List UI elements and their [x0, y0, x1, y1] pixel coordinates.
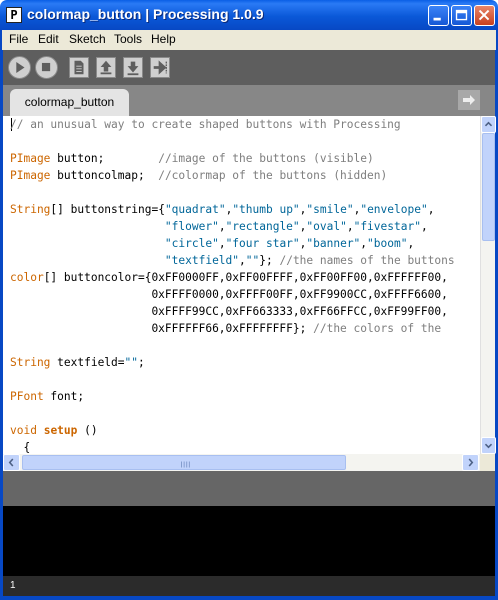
chevron-left-icon [8, 458, 14, 467]
code-line-1: // an unusual way to create shaped butto… [10, 118, 401, 131]
vertical-scroll-thumb[interactable] [482, 133, 495, 241]
arrow-right-icon [463, 95, 475, 105]
minimize-icon [433, 17, 441, 21]
menu-help[interactable]: Help [151, 32, 176, 46]
open-button[interactable] [96, 57, 116, 78]
maximize-button[interactable] [451, 5, 472, 26]
code-line-19: void setup () [10, 424, 98, 437]
code-line-12: 0xFFFF99CC,0xFF663333,0xFF66FFCC,0xFF99F… [10, 305, 448, 318]
export-button[interactable] [150, 57, 170, 78]
scroll-left-button[interactable] [3, 454, 20, 471]
code-line-9: "textfield",""}; //the names of the butt… [164, 254, 455, 267]
menu-bar: File Edit Sketch Tools Help [0, 30, 498, 50]
code-line-20: { [10, 441, 31, 454]
vertical-scrollbar[interactable] [480, 116, 496, 454]
processing-app-icon: P [6, 7, 22, 23]
scroll-right-button[interactable] [462, 454, 479, 471]
run-icon [16, 62, 25, 73]
code-line-10: color[] buttoncolor={0xFF0000FF,0xFF00FF… [10, 271, 448, 284]
code-line-3: PImage button; //image of the buttons (v… [10, 152, 374, 165]
code-line-17: PFont font; [10, 390, 85, 403]
close-icon [478, 9, 490, 21]
chevron-down-icon [484, 443, 493, 449]
menu-edit[interactable]: Edit [38, 32, 59, 46]
open-icon [100, 60, 112, 75]
code-line-11: 0xFFFF0000,0xFFFF00FF,0xFF9900CC,0xFFFF6… [10, 288, 448, 301]
menu-sketch[interactable]: Sketch [69, 32, 106, 46]
maximize-icon [455, 9, 468, 21]
minimize-button[interactable] [428, 5, 449, 26]
menu-tools[interactable]: Tools [114, 32, 142, 46]
stop-button[interactable] [35, 56, 58, 79]
export-icon [153, 60, 167, 75]
scroll-down-button[interactable] [481, 437, 496, 454]
save-button[interactable] [123, 57, 143, 78]
save-icon [127, 61, 139, 76]
chevron-right-icon [468, 458, 474, 467]
close-button[interactable] [474, 5, 495, 26]
code-line-4: PImage buttoncolmap; //colormap of the b… [10, 169, 388, 182]
tab-strip: colormap_button [3, 85, 495, 116]
grip-icon [181, 461, 190, 468]
horizontal-scrollbar[interactable] [3, 454, 480, 471]
window-border-bottom [0, 596, 498, 600]
console-output[interactable] [3, 506, 495, 576]
tab-menu-button[interactable] [458, 90, 480, 110]
scroll-up-button[interactable] [481, 116, 496, 133]
code-line-8: "circle","four star","banner","boom", [164, 237, 415, 250]
chevron-up-icon [484, 121, 493, 127]
horizontal-scroll-thumb[interactable] [22, 455, 346, 470]
new-icon [74, 60, 84, 75]
line-number-indicator: 1 [10, 580, 16, 591]
tab-colormap-button[interactable]: colormap_button [10, 89, 129, 116]
stop-icon [41, 62, 51, 72]
run-button[interactable] [8, 56, 31, 79]
menu-file[interactable]: File [9, 32, 28, 46]
scroll-corner [480, 454, 495, 471]
code-line-15: String textfield=""; [10, 356, 145, 369]
toolbar [3, 50, 495, 85]
window-title: colormap_button | Processing 1.0.9 [27, 6, 264, 22]
code-editor[interactable]: // an unusual way to create shaped butto… [3, 116, 480, 454]
title-bar[interactable]: P colormap_button | Processing 1.0.9 [0, 0, 498, 30]
code-line-7: "flower","rectangle","oval","fivestar", [164, 220, 428, 233]
new-button[interactable] [69, 57, 89, 78]
message-area [3, 471, 495, 506]
code-line-6: String[] buttonstring={"quadrat","thumb … [10, 203, 435, 216]
code-line-13: 0xFFFFFF66,0xFFFFFFFF}; //the colors of … [10, 322, 442, 335]
status-bar: 1 [3, 576, 495, 596]
